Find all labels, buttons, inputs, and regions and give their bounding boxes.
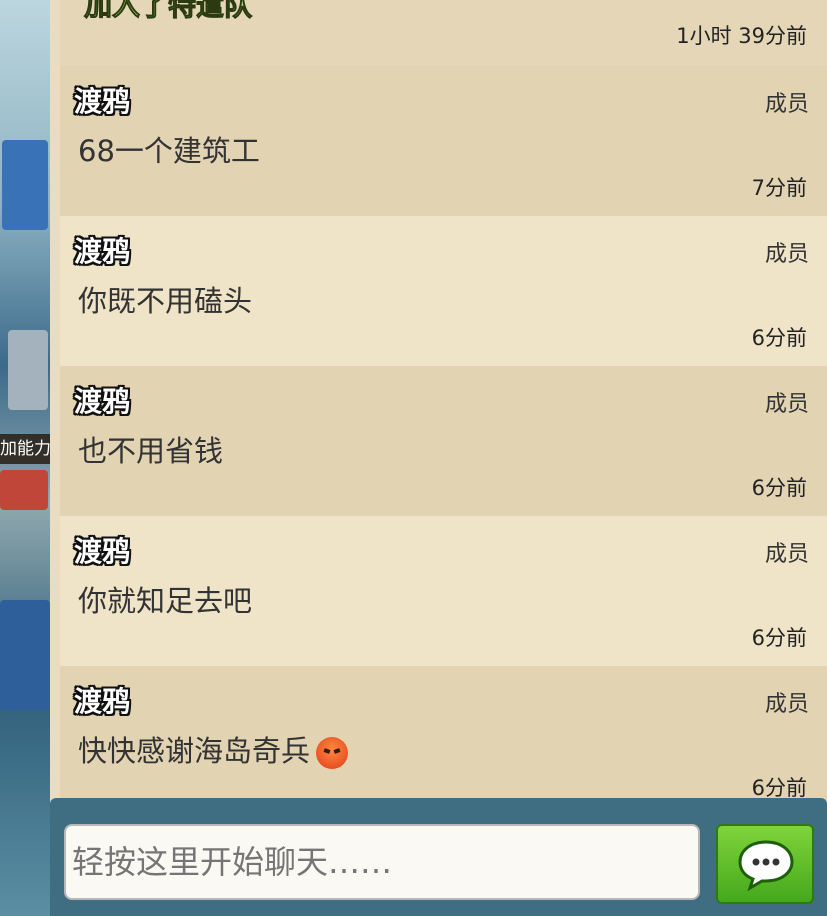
chat-bubble-icon [738, 840, 794, 892]
message-text-content: 快快感谢海岛奇兵 [78, 734, 311, 768]
chat-message: 渡鸦 成员 你就知足去吧 6分前 [60, 516, 827, 666]
message-time: 6分前 [751, 476, 807, 500]
message-sender[interactable]: 渡鸦 [74, 80, 130, 120]
angry-face-icon [316, 737, 349, 769]
message-time: 6分前 [751, 626, 807, 650]
chat-message: 渡鸦 成员 快快感谢海岛奇兵 6分前 [60, 666, 827, 806]
input-bar-edge [50, 798, 827, 812]
chat-message: 渡鸦 成员 也不用省钱 6分前 [60, 366, 827, 516]
chat-panel: 加入了特遣队 1小时 39分前 渡鸦 成员 68一个建筑工 7分前 渡鸦 成员 … [50, 0, 827, 806]
system-message-text: 加入了特遣队 [83, 0, 253, 23]
message-role: 成员 [764, 392, 809, 417]
message-sender[interactable]: 渡鸦 [74, 530, 130, 570]
system-message: 加入了特遣队 1小时 39分前 [60, 0, 827, 66]
message-sender[interactable]: 渡鸦 [74, 680, 130, 720]
ship-icon [0, 600, 50, 710]
message-text: 你就知足去吧 [78, 584, 253, 618]
game-power-label: 加能力 [0, 434, 50, 464]
message-role: 成员 [764, 92, 809, 117]
message-sender[interactable]: 渡鸦 [74, 230, 130, 270]
chat-input-bar [50, 798, 827, 916]
game-background-strip: 加能力 [0, 0, 50, 916]
chat-message: 渡鸦 成员 你既不用磕头 6分前 [60, 216, 827, 366]
message-time: 1小时 39分前 [676, 24, 807, 48]
chat-input-field[interactable] [64, 824, 700, 900]
send-chat-button[interactable] [716, 824, 814, 904]
message-time: 6分前 [751, 326, 807, 350]
message-text: 也不用省钱 [78, 434, 224, 468]
message-role: 成员 [764, 692, 809, 717]
message-sender[interactable]: 渡鸦 [74, 380, 130, 420]
message-text: 68一个建筑工 [78, 134, 260, 168]
building-icon [2, 140, 48, 230]
tower-icon [8, 330, 48, 410]
message-time: 7分前 [751, 176, 807, 200]
message-text: 你既不用磕头 [78, 284, 253, 318]
message-role: 成员 [764, 242, 809, 267]
message-text: 快快感谢海岛奇兵 [78, 728, 349, 770]
message-role: 成员 [764, 542, 809, 567]
cannon-icon [0, 470, 48, 510]
chat-message: 渡鸦 成员 68一个建筑工 7分前 [60, 66, 827, 216]
